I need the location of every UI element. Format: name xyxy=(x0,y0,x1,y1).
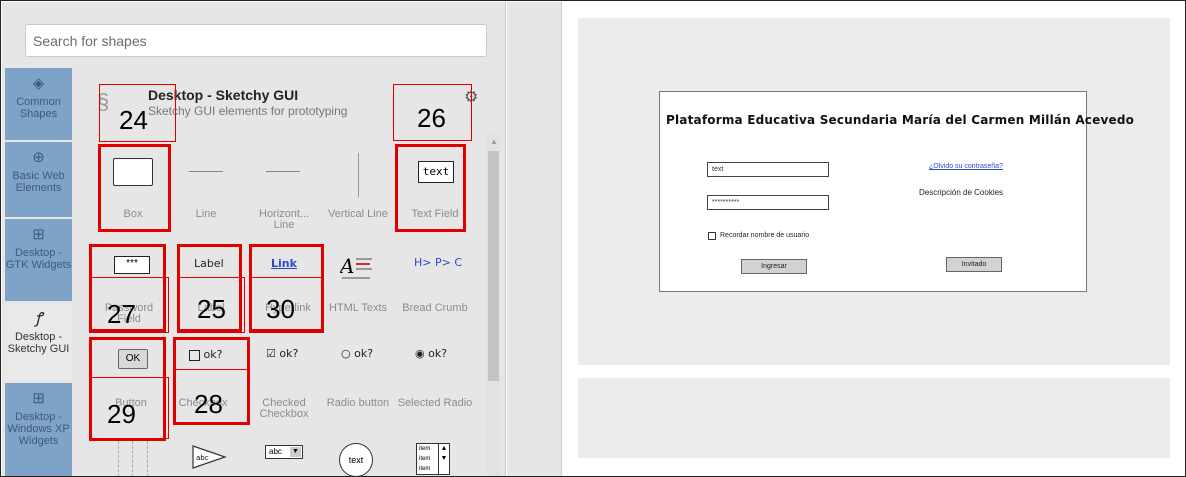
shape-vertical-line[interactable] xyxy=(358,153,359,197)
shape-checked-checkbox[interactable]: ☑ ok? xyxy=(266,347,298,360)
shape-combobox[interactable]: abc ▼ xyxy=(265,445,303,459)
search-input[interactable]: Search for shapes xyxy=(25,24,487,57)
grid-icon: ⊞ xyxy=(32,390,45,407)
mockup-remember-label: Recordar nombre de usuario xyxy=(720,232,810,239)
annotation-number: 26 xyxy=(417,103,446,133)
annotation-number: 28 xyxy=(194,389,223,419)
canvas-gutter xyxy=(507,2,561,476)
mockup-title: Plataforma Educativa Secundaria María de… xyxy=(666,113,1135,127)
shape-play-arrow[interactable]: abc xyxy=(191,444,227,470)
scroll-up-icon[interactable]: ▲ xyxy=(490,137,498,146)
mockup-username-field[interactable]: text xyxy=(707,162,829,177)
library-subtitle: Sketchy GUI elements for prototyping xyxy=(148,104,348,118)
category-sidebar: ◈ Common Shapes ⊕ Basic Web Elements ⊞ D… xyxy=(5,68,72,476)
shape-circle[interactable]: text xyxy=(339,443,373,476)
canvas-page[interactable] xyxy=(578,378,1170,458)
shape-label: Checked Checkbox xyxy=(259,397,309,420)
shape-selected-radio[interactable]: ◉ ok? xyxy=(415,347,447,360)
shape-breadcrumb[interactable]: H> P> C xyxy=(414,256,462,269)
shape-label: Bread Crumb xyxy=(402,302,468,314)
svg-text:A: A xyxy=(340,254,354,278)
scrollbar-thumb[interactable] xyxy=(488,151,499,381)
annotation-number: 30 xyxy=(266,294,295,324)
mockup-cookies-text: Descripción de Cookies xyxy=(919,188,1004,197)
radio-selected-icon: ◉ xyxy=(415,347,425,360)
shape-radio-button[interactable]: ○ ok? xyxy=(341,347,373,360)
app-window: Search for shapes ◈ Common Shapes ⊕ Basi… xyxy=(0,0,1186,477)
mockup-remember-checkbox[interactable] xyxy=(708,232,716,240)
annotation-number: 29 xyxy=(107,399,136,429)
category-common-shapes[interactable]: ◈ Common Shapes xyxy=(5,68,72,140)
shape-label: HTML Texts xyxy=(328,302,388,314)
annotation-number: 27 xyxy=(107,299,136,329)
mockup-forgot-link[interactable]: ¿Olvido su contraseña? xyxy=(929,163,1003,170)
mockup-password-field[interactable]: ********** xyxy=(707,195,829,210)
annotation-number: 25 xyxy=(197,294,226,324)
shape-label: Radio button xyxy=(326,397,390,409)
html-texts-icon: A xyxy=(338,254,372,279)
annotation-box xyxy=(395,144,466,232)
list-scroll-icon: ▲ ▼ xyxy=(438,444,449,474)
annotation-number: 24 xyxy=(119,105,148,135)
shape-label: Horizont... Line xyxy=(259,208,310,231)
checked-checkbox-icon: ☑ xyxy=(266,347,276,360)
category-windows-xp-widgets[interactable]: ⊞ Desktop - Windows XP Widgets xyxy=(5,383,72,476)
layers-icon: ◈ xyxy=(32,75,45,92)
shape-vertical-dashed[interactable] xyxy=(118,441,148,476)
shape-label: Selected Radio xyxy=(397,397,473,409)
shape-listbox[interactable]: item item item ▲ ▼ xyxy=(416,443,450,475)
squiggle-icon: ꝭ xyxy=(34,310,43,327)
category-gtk-widgets[interactable]: ⊞ Desktop - GTK Widgets xyxy=(5,219,72,301)
mockup-login-button[interactable]: Ingresar xyxy=(741,259,807,274)
shape-line[interactable] xyxy=(189,171,223,172)
dropdown-arrow-icon: ▼ xyxy=(290,447,301,457)
grid-icon: ⊞ xyxy=(32,226,45,243)
shape-horizontal-line[interactable] xyxy=(266,171,300,172)
radio-icon: ○ xyxy=(341,347,351,360)
mockup-guest-button[interactable]: Invitado xyxy=(946,257,1002,272)
category-basic-web-elements[interactable]: ⊕ Basic Web Elements xyxy=(5,142,72,217)
shape-label: Line xyxy=(195,208,217,220)
globe-icon: ⊕ xyxy=(32,149,45,166)
shape-html-texts[interactable]: A xyxy=(338,253,376,285)
category-sketchy-gui[interactable]: ꝭ Desktop - Sketchy GUI xyxy=(5,303,72,381)
shape-label: Vertical Line xyxy=(328,208,388,220)
play-icon: abc xyxy=(192,445,227,469)
annotation-box xyxy=(98,144,171,232)
svg-text:abc: abc xyxy=(196,454,209,462)
